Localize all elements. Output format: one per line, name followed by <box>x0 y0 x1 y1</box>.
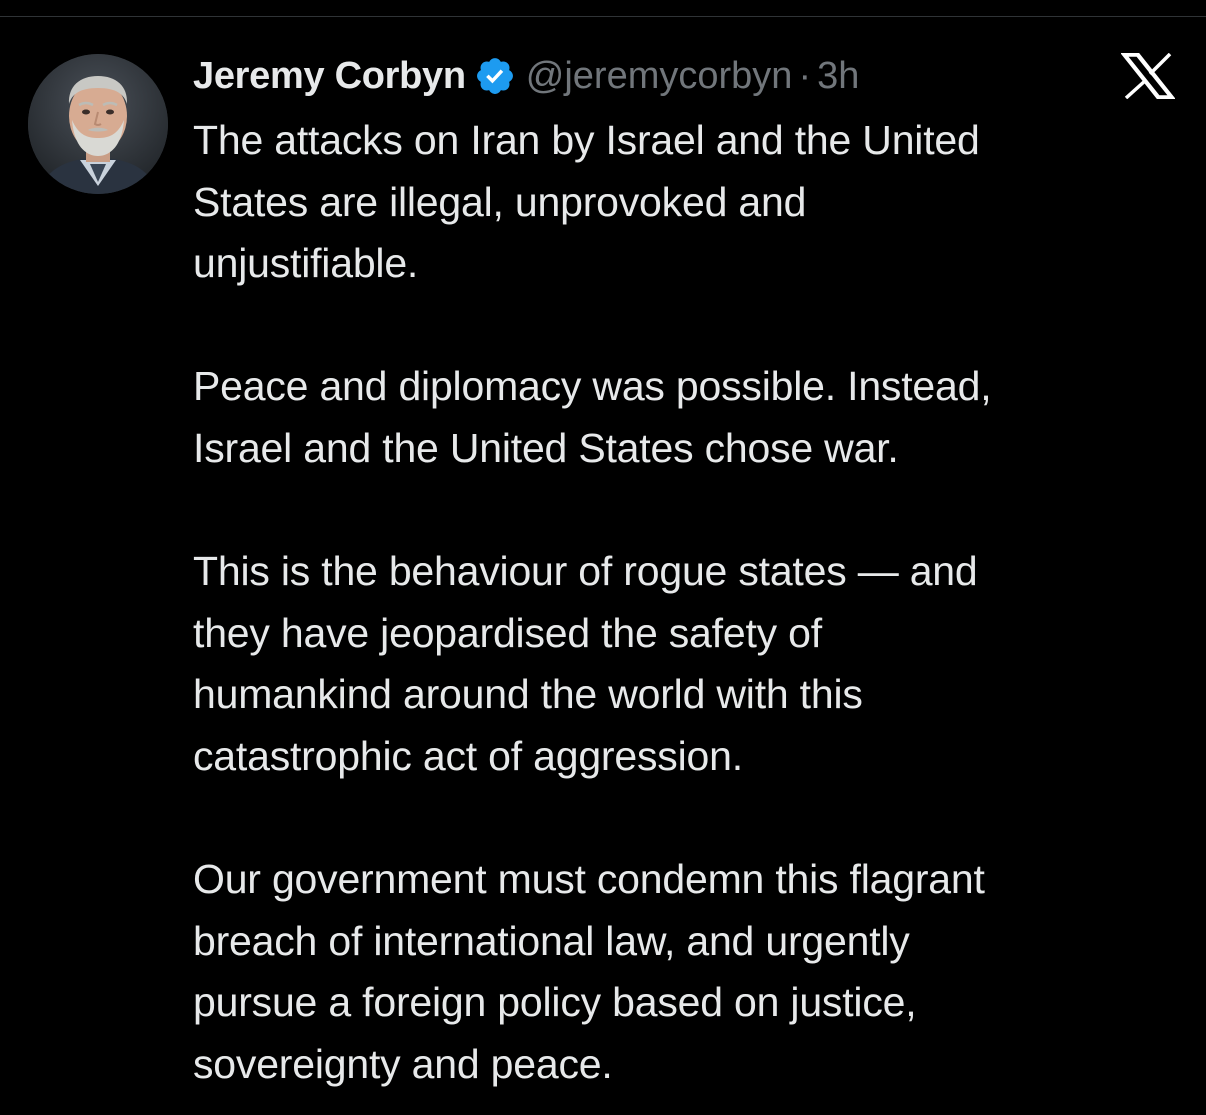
tweet-line: sovereignty and peace. <box>193 1040 613 1087</box>
tweet-header: Jeremy Corbyn @jeremycorbyn · 3h <box>193 50 859 102</box>
avatar[interactable] <box>28 54 168 194</box>
tweet-line: The attacks on Iran by Israel and the Un… <box>193 117 980 163</box>
tweet-line: breach of international law, and urgentl… <box>193 917 910 964</box>
tweet-line: unjustifiable. <box>193 240 419 287</box>
avatar-image <box>28 54 168 194</box>
tweet-text: The attacks on Iran by Israel and the Un… <box>193 110 1193 1096</box>
tweet-line: Peace and diplomacy was possible. Instea… <box>193 363 992 410</box>
top-divider <box>0 16 1206 17</box>
tweet-line: Israel and the United States chose war. <box>193 424 899 471</box>
verified-badge-icon <box>474 55 516 97</box>
x-logo-icon <box>1121 53 1175 99</box>
tweet-line: they have jeopardised the safety of <box>193 609 822 656</box>
tweet-line: Our government must condemn this flagran… <box>193 856 985 903</box>
tweet-line: States are illegal, unprovoked and <box>193 178 807 225</box>
tweet-line: humankind around the world with this <box>193 671 863 718</box>
separator-dot: · <box>798 54 812 97</box>
tweet-line: catastrophic act of aggression. <box>193 732 743 779</box>
author-handle[interactable]: @jeremycorbyn <box>526 55 793 98</box>
author-name[interactable]: Jeremy Corbyn <box>193 55 466 98</box>
tweet-line: This is the behaviour of rogue states — … <box>193 548 978 595</box>
timestamp[interactable]: 3h <box>817 55 859 98</box>
tweet-line: pursue a foreign policy based on justice… <box>193 979 917 1026</box>
